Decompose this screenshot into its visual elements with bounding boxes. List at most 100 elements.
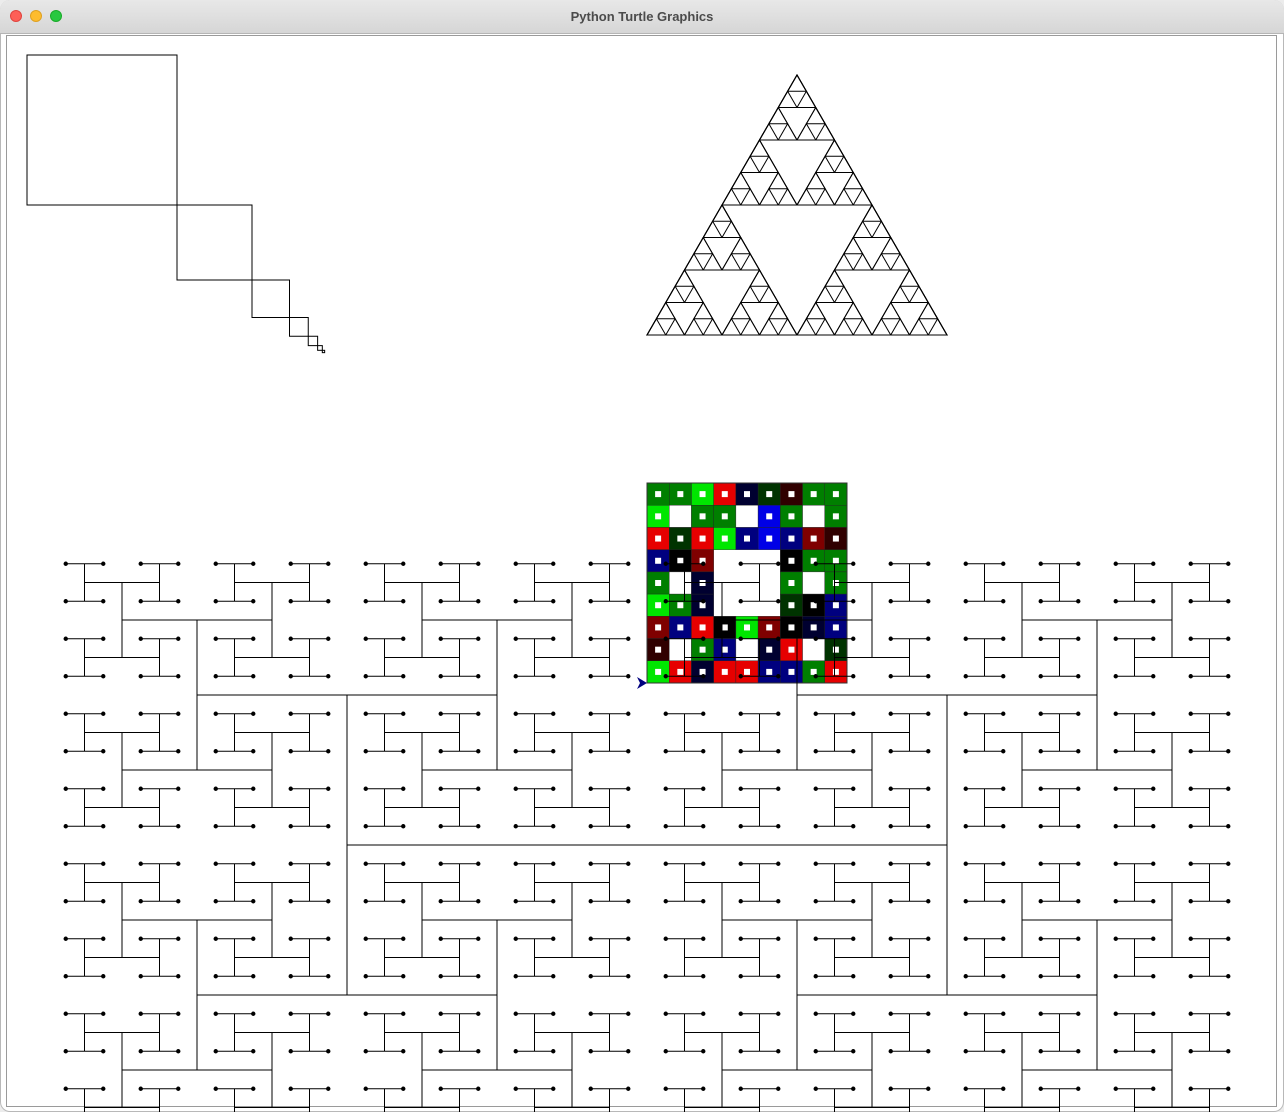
carpet-cell-hole <box>766 513 773 520</box>
h-tree-leaf <box>888 636 893 641</box>
h-tree-leaf <box>963 861 968 866</box>
triangle-segment <box>721 252 742 271</box>
h-tree-leaf <box>1076 824 1081 829</box>
h-tree-leaf <box>588 636 593 641</box>
h-tree-leaf <box>176 636 181 641</box>
h-tree-leaf <box>738 1049 743 1054</box>
h-tree-leaf <box>663 824 668 829</box>
h-tree-leaf <box>513 786 518 791</box>
h-tree-leaf <box>963 1086 968 1091</box>
carpet-cell-hole <box>655 580 662 586</box>
h-tree-leaf <box>176 974 181 979</box>
carpet-cell-hole <box>788 646 795 653</box>
triangle-segment <box>908 317 930 336</box>
carpet-cell-hole <box>810 624 817 631</box>
h-tree-leaf <box>213 599 218 604</box>
h-tree-leaf <box>963 974 968 979</box>
carpet-cell-hole <box>766 646 773 653</box>
triangle-segment <box>768 301 789 320</box>
carpet-cell <box>802 505 825 528</box>
h-tree-leaf <box>851 1011 856 1016</box>
h-tree-leaf <box>1188 674 1193 679</box>
h-tree-leaf <box>626 599 631 604</box>
h-tree-leaf <box>63 749 68 754</box>
h-tree-leaf <box>476 636 481 641</box>
h-tree-leaf <box>1076 599 1081 604</box>
h-tree-leaf <box>888 1086 893 1091</box>
h-tree-leaf <box>476 861 481 866</box>
carpet-cell-hole <box>721 668 728 675</box>
h-tree-leaf <box>138 561 143 566</box>
h-tree-leaf <box>776 636 781 641</box>
h-tree-leaf <box>1001 1049 1006 1054</box>
h-tree-leaf <box>776 561 781 566</box>
h-tree-leaf <box>588 824 593 829</box>
h-tree-leaf <box>1076 674 1081 679</box>
h-tree-leaf <box>288 974 293 979</box>
h-tree-leaf <box>513 936 518 941</box>
h-tree-leaf <box>1076 1086 1081 1091</box>
h-tree-leaf <box>1038 711 1043 716</box>
h-tree-leaf <box>588 674 593 679</box>
triangle-segment <box>908 285 930 303</box>
triangle-segment <box>758 187 780 206</box>
h-tree-leaf <box>438 899 443 904</box>
h-tree-leaf <box>476 561 481 566</box>
h-tree-leaf <box>926 599 931 604</box>
h-tree-leaf <box>626 1049 631 1054</box>
carpet-cell-hole <box>832 602 839 609</box>
h-tree-leaf <box>1038 824 1043 829</box>
triangle-segment <box>777 187 798 206</box>
h-tree-leaf <box>513 749 518 754</box>
h-tree-leaf <box>1001 561 1006 566</box>
h-tree-leaf <box>626 861 631 866</box>
carpet-cell-hole <box>832 535 839 542</box>
h-tree-leaf <box>138 636 143 641</box>
h-tree-leaf <box>588 561 593 566</box>
h-tree-leaf <box>176 561 181 566</box>
triangle-segment <box>796 90 817 108</box>
h-tree-leaf <box>1188 749 1193 754</box>
h-tree-leaf <box>363 599 368 604</box>
h-tree-leaf <box>438 749 443 754</box>
h-tree-leaf <box>888 974 893 979</box>
h-tree-leaf <box>888 786 893 791</box>
triangle-segment <box>777 90 798 108</box>
h-tree-leaf <box>588 599 593 604</box>
h-tree-leaf <box>1151 749 1156 754</box>
h-tree-leaf <box>401 711 406 716</box>
h-tree-leaf <box>63 599 68 604</box>
carpet-cell-hole <box>832 491 839 498</box>
h-tree-leaf <box>1226 1049 1231 1054</box>
carpet-cell-hole <box>699 491 706 498</box>
h-tree-leaf <box>776 1049 781 1054</box>
triangle-segment <box>646 317 667 336</box>
h-tree-leaf <box>513 861 518 866</box>
h-tree-leaf <box>963 749 968 754</box>
h-tree-leaf <box>738 974 743 979</box>
triangle-segment <box>833 285 855 303</box>
h-tree-leaf <box>1038 936 1043 941</box>
h-tree-leaf <box>1113 599 1118 604</box>
h-tree-leaf <box>663 974 668 979</box>
h-tree-leaf <box>63 786 68 791</box>
carpet-cell <box>735 505 759 528</box>
h-tree-leaf <box>701 1011 706 1016</box>
turtle-canvas[interactable] <box>0 0 1284 1112</box>
h-tree-leaf <box>1151 861 1156 866</box>
h-tree-leaf <box>326 561 331 566</box>
h-tree-leaf <box>813 749 818 754</box>
h-tree-leaf <box>476 1086 481 1091</box>
h-tree-leaf <box>1113 1086 1118 1091</box>
h-tree-leaf <box>1188 936 1193 941</box>
h-tree-leaf <box>1038 786 1043 791</box>
spiral-square <box>176 204 253 281</box>
triangle-segment <box>843 236 864 255</box>
carpet-cell-hole <box>766 491 773 498</box>
h-tree-leaf <box>513 636 518 641</box>
h-tree-leaf <box>363 899 368 904</box>
h-tree-leaf <box>401 936 406 941</box>
h-tree-leaf <box>663 1086 668 1091</box>
h-tree-leaf <box>101 674 106 679</box>
carpet-cell <box>802 638 825 661</box>
